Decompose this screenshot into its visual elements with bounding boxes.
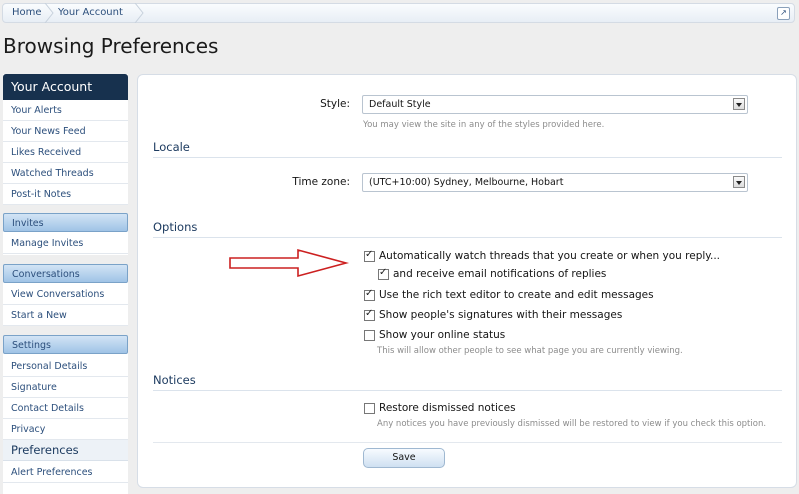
- annotation-arrow-icon: [229, 248, 350, 278]
- style-select-value: Default Style: [369, 99, 431, 110]
- breadcrumb-home[interactable]: Home: [12, 4, 42, 22]
- sidebar-item-privacy[interactable]: Privacy: [3, 419, 128, 440]
- sidebar-item-post-it-notes[interactable]: Post-it Notes: [3, 184, 128, 205]
- breadcrumb-separator-icon: [44, 3, 54, 23]
- section-heading-options: Options: [153, 220, 782, 238]
- rich-text-editor-checkbox[interactable]: [364, 288, 375, 301]
- sidebar-header-conversations: Conversations: [3, 264, 128, 283]
- divider: [153, 442, 782, 443]
- sidebar-item-view-conversations[interactable]: View Conversations: [3, 284, 128, 305]
- sidebar-header-settings: Settings: [3, 335, 128, 354]
- breadcrumb-separator-icon: [134, 3, 144, 23]
- sidebar-item-personal-details[interactable]: Personal Details: [3, 356, 128, 377]
- sidebar-item-your-alerts[interactable]: Your Alerts: [3, 100, 128, 121]
- email-notifications-checkbox[interactable]: [378, 267, 389, 280]
- page-title: Browsing Preferences: [3, 34, 219, 58]
- timezone-select-value: (UTC+10:00) Sydney, Melbourne, Hobart: [369, 177, 564, 188]
- timezone-label: Time zone:: [292, 176, 350, 188]
- sidebar-header-invites: Invites: [3, 213, 128, 232]
- section-heading-locale: Locale: [153, 140, 782, 158]
- sidebar-item-contact-details[interactable]: Contact Details: [3, 398, 128, 419]
- dropdown-arrow-icon[interactable]: [733, 98, 745, 110]
- sidebar-item-alert-preferences[interactable]: Alert Preferences: [3, 462, 128, 483]
- restore-notices-label[interactable]: Restore dismissed notices: [379, 402, 516, 414]
- breadcrumb: Home Your Account ↗: [2, 3, 795, 23]
- sidebar-item-likes-received[interactable]: Likes Received: [3, 142, 128, 163]
- section-heading-notices: Notices: [153, 373, 782, 391]
- show-signatures-checkbox[interactable]: [364, 308, 375, 321]
- sidebar-item-news-feed[interactable]: Your News Feed: [3, 121, 128, 142]
- sidebar-header-preferences: Preferences: [3, 440, 128, 461]
- restore-notices-checkbox[interactable]: [364, 403, 375, 414]
- dropdown-arrow-icon[interactable]: [733, 176, 745, 188]
- style-hint: You may view the site in any of the styl…: [363, 120, 605, 130]
- email-notifications-label[interactable]: and receive email notifications of repli…: [393, 268, 606, 280]
- sidebar-item-start-conversation[interactable]: Start a New Conversation: [3, 305, 128, 342]
- preferences-form: Style: Default Style You may view the si…: [137, 74, 797, 488]
- sidebar-header-your-account: Your Account: [3, 74, 128, 100]
- sidebar: Your Account Your Alerts Your News Feed …: [3, 74, 128, 494]
- style-label: Style:: [320, 98, 350, 110]
- breadcrumb-your-account[interactable]: Your Account: [58, 4, 123, 22]
- online-status-label[interactable]: Show your online status: [379, 329, 505, 341]
- online-status-hint: This will allow other people to see what…: [377, 346, 683, 356]
- watch-threads-checkbox[interactable]: [364, 249, 375, 262]
- sidebar-item-watched-threads[interactable]: Watched Threads: [3, 163, 128, 184]
- style-select[interactable]: Default Style: [362, 95, 748, 114]
- jump-to-icon[interactable]: ↗: [777, 7, 790, 20]
- sidebar-item-manage-invites[interactable]: Manage Invites: [3, 233, 128, 254]
- timezone-select[interactable]: (UTC+10:00) Sydney, Melbourne, Hobart: [362, 173, 748, 192]
- watch-threads-label[interactable]: Automatically watch threads that you cre…: [379, 250, 720, 262]
- show-signatures-label[interactable]: Show people's signatures with their mess…: [379, 309, 622, 321]
- online-status-checkbox[interactable]: [364, 330, 375, 341]
- restore-notices-hint: Any notices you have previously dismisse…: [377, 419, 767, 429]
- save-button[interactable]: Save: [363, 448, 445, 468]
- rich-text-editor-label[interactable]: Use the rich text editor to create and e…: [379, 289, 654, 301]
- sidebar-item-signature[interactable]: Signature: [3, 377, 128, 398]
